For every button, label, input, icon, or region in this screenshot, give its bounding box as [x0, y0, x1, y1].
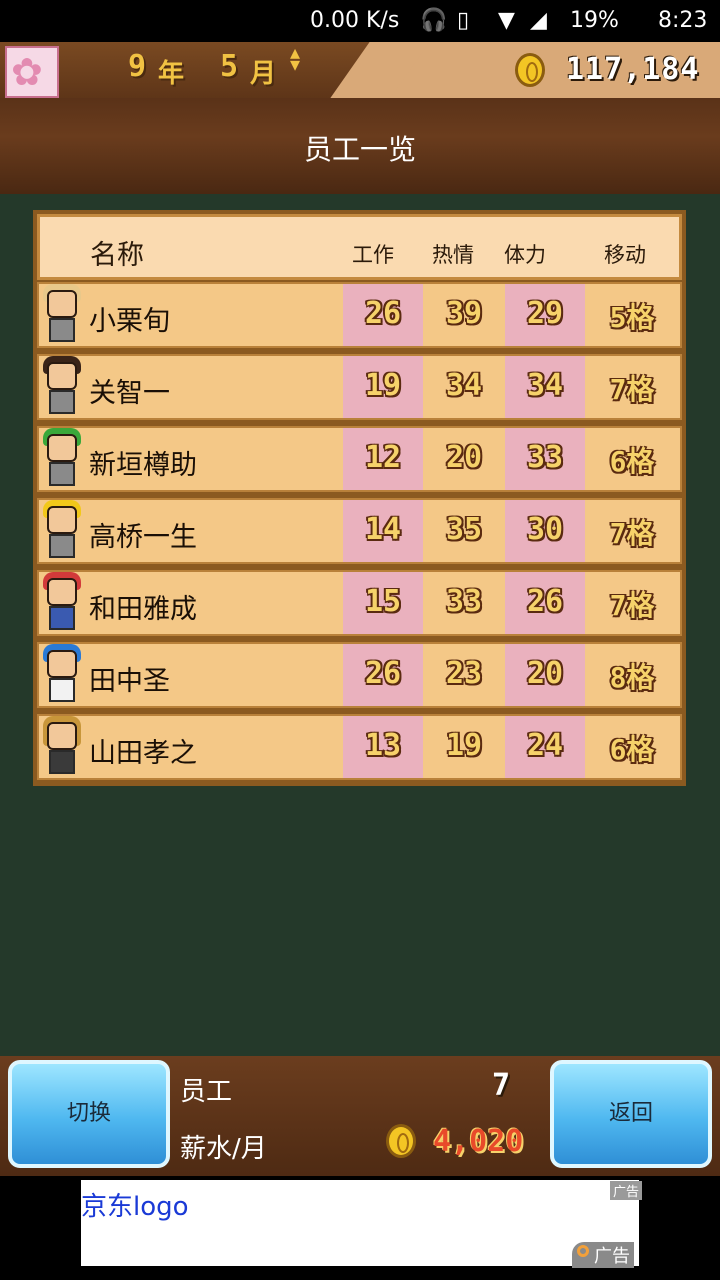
net-speed: 0.00 K/s — [310, 8, 400, 33]
back-button[interactable]: 返回 — [550, 1060, 712, 1168]
passion-stat: 19 — [445, 728, 483, 763]
move-stat: 7格 — [609, 517, 655, 550]
table-row[interactable]: 山田孝之 13 19 24 6格 — [37, 714, 682, 780]
table-row[interactable]: 田中圣 26 23 20 8格 — [37, 642, 682, 708]
coin-icon — [515, 53, 545, 87]
page-title: 员工一览 — [303, 133, 416, 166]
staff-label: 员工 — [180, 1077, 233, 1107]
passion-stat: 23 — [445, 656, 483, 691]
table-header: 名称 工作 热情 体力 移动 — [37, 214, 682, 280]
salary-value: 4,020 — [433, 1124, 524, 1159]
employee-avatar — [39, 712, 85, 778]
year-number: 9 — [128, 49, 147, 84]
header-work: 工作 — [352, 243, 394, 267]
employee-avatar — [39, 424, 85, 490]
money-total: 117,184 — [566, 52, 700, 87]
move-stat: 8格 — [609, 661, 655, 694]
stamina-stat: 29 — [526, 296, 564, 331]
employee-name: 和田雅成 — [89, 594, 197, 625]
move-stat: 7格 — [609, 373, 655, 406]
employee-name: 高桥一生 — [89, 522, 197, 553]
ad-text[interactable]: 京东logo — [81, 1186, 189, 1223]
ad-badge[interactable]: 广告 — [572, 1242, 634, 1268]
coin-icon — [386, 1124, 416, 1158]
battery-level: 19% — [570, 8, 619, 33]
employee-name: 山田孝之 — [89, 738, 197, 769]
stamina-stat: 24 — [526, 728, 564, 763]
passion-stat: 33 — [445, 584, 483, 619]
employee-avatar — [39, 568, 85, 634]
move-stat: 5格 — [609, 301, 655, 334]
table-row[interactable]: 新垣樽助 12 20 33 6格 — [37, 426, 682, 492]
staff-count: 7 — [492, 1068, 511, 1103]
year-label: 年 — [158, 59, 185, 89]
headphones-icon: 🎧 — [420, 8, 448, 33]
stamina-stat: 33 — [526, 440, 564, 475]
work-stat: 26 — [364, 296, 402, 331]
move-stat: 6格 — [609, 733, 655, 766]
work-stat: 12 — [364, 440, 402, 475]
employee-name: 田中圣 — [89, 666, 170, 697]
employee-name: 关智一 — [89, 378, 170, 409]
clock-time: 8:23 — [658, 8, 708, 33]
passion-stat: 20 — [445, 440, 483, 475]
title-bar: 员工一览 — [0, 98, 720, 194]
table-row[interactable]: 和田雅成 15 33 26 7格 — [37, 570, 682, 636]
month-number: 5 — [220, 49, 239, 84]
stamina-stat: 30 — [526, 512, 564, 547]
switch-button[interactable]: 切换 — [8, 1060, 170, 1168]
stamina-stat: 26 — [526, 584, 564, 619]
signal-icon: ◢ — [530, 8, 547, 33]
table-row[interactable]: 关智一 19 34 34 7格 — [37, 354, 682, 420]
employee-avatar — [39, 352, 85, 418]
work-stat: 14 — [364, 512, 402, 547]
vibrate-icon: ▯ — [457, 8, 470, 33]
header-move: 移动 — [604, 243, 646, 267]
header-stamina: 体力 — [504, 243, 546, 267]
move-stat: 6格 — [609, 445, 655, 478]
work-stat: 19 — [364, 368, 402, 403]
month-label: 月 — [250, 59, 277, 89]
header-passion: 热情 — [432, 243, 474, 267]
table-row[interactable]: 小栗旬 26 39 29 5格 — [37, 282, 682, 348]
work-stat: 15 — [364, 584, 402, 619]
staff-table: 名称 工作 热情 体力 移动 小栗旬 26 39 29 5格 关智一 19 34… — [33, 210, 686, 786]
table-row[interactable]: 高桥一生 14 35 30 7格 — [37, 498, 682, 564]
passion-stat: 39 — [445, 296, 483, 331]
season-flower-icon[interactable]: ✿ — [5, 46, 59, 98]
work-stat: 26 — [364, 656, 402, 691]
passion-stat: 34 — [445, 368, 483, 403]
move-stat: 7格 — [609, 589, 655, 622]
work-stat: 13 — [364, 728, 402, 763]
passion-stat: 35 — [445, 512, 483, 547]
salary-label: 薪水/月 — [180, 1134, 267, 1164]
employee-avatar — [39, 640, 85, 706]
header-name: 名称 — [90, 240, 144, 271]
stamina-stat: 20 — [526, 656, 564, 691]
status-bar: 0.00 K/s 🎧 ▯ ▼ ◢ 19% 8:23 — [0, 0, 720, 42]
speed-toggle-icon[interactable]: ▴ ▾ — [290, 42, 300, 74]
employee-name: 小栗旬 — [89, 306, 170, 337]
employee-name: 新垣樽助 — [89, 450, 197, 481]
wifi-icon: ▼ — [498, 8, 515, 33]
employee-avatar — [39, 496, 85, 562]
ad-tag: 广告 — [610, 1181, 643, 1200]
employee-avatar — [39, 280, 85, 346]
stamina-stat: 34 — [526, 368, 564, 403]
